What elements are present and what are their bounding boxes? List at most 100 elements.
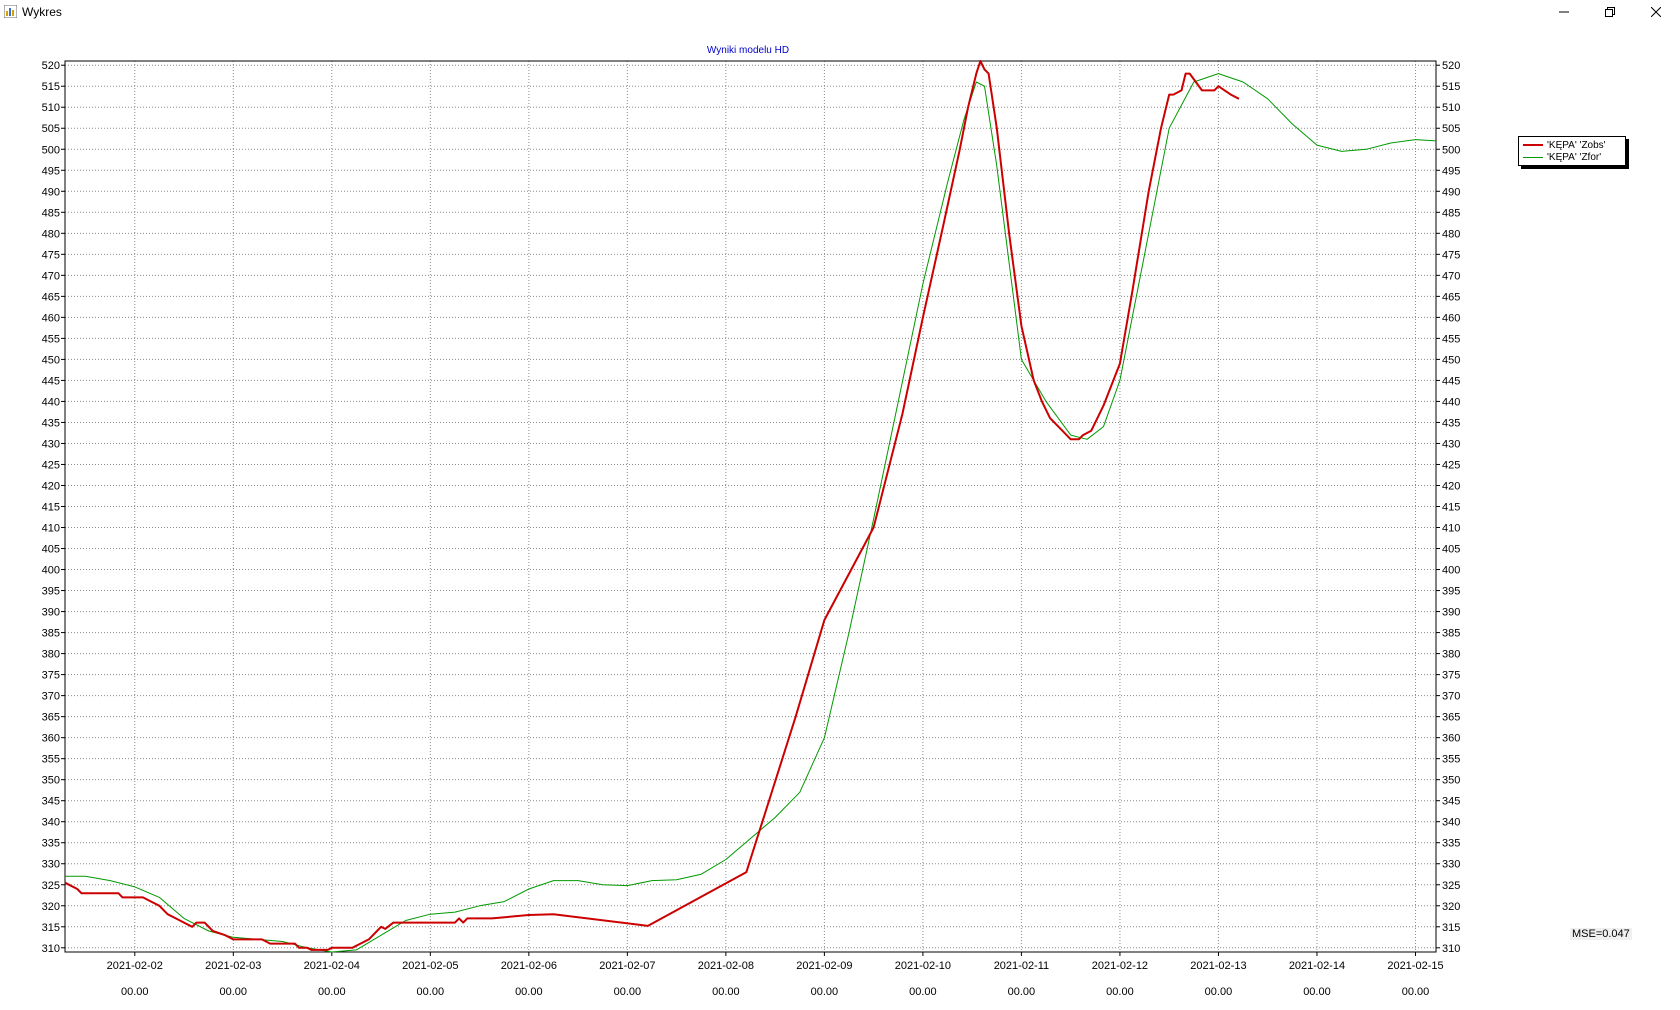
y-tick-label-right: 455 — [1442, 333, 1460, 345]
y-tick-label-left: 450 — [42, 354, 60, 366]
x-tick-label-time: 00.00 — [318, 986, 346, 998]
y-tick-label-right: 410 — [1442, 523, 1460, 535]
y-tick-label-left: 510 — [42, 102, 60, 114]
y-tick-label-left: 480 — [42, 228, 60, 240]
y-tick-label-left: 520 — [42, 60, 60, 72]
y-tick-label-left: 435 — [42, 417, 60, 429]
y-tick-label-left: 390 — [42, 607, 60, 619]
y-tick-label-right: 500 — [1442, 144, 1460, 156]
y-tick-label-left: 365 — [42, 712, 60, 724]
legend-label-zobs: 'KĘPA' 'Zobs' — [1547, 139, 1606, 151]
y-tick-label-left: 340 — [42, 817, 60, 829]
x-tick-label-date: 2021-02-02 — [107, 960, 163, 972]
legend-swatch-zobs — [1523, 144, 1543, 146]
x-tick-label-time: 00.00 — [515, 986, 543, 998]
y-tick-label-left: 470 — [42, 270, 60, 282]
chart-title: Wyniki modelu HD — [707, 45, 789, 56]
x-tick-label-date: 2021-02-15 — [1387, 960, 1443, 972]
legend-item-zobs: 'KĘPA' 'Zobs' — [1523, 139, 1606, 151]
y-tick-label-left: 465 — [42, 291, 60, 303]
legend-swatch-zfor — [1523, 156, 1543, 158]
y-tick-label-left: 415 — [42, 502, 60, 514]
grid — [65, 61, 1436, 952]
y-tick-label-right: 420 — [1442, 480, 1460, 492]
y-tick-label-right: 490 — [1442, 186, 1460, 198]
y-tick-label-right: 390 — [1442, 607, 1460, 619]
y-tick-label-left: 425 — [42, 459, 60, 471]
y-tick-label-left: 440 — [42, 396, 60, 408]
y-tick-label-right: 445 — [1442, 375, 1460, 387]
y-tick-label-right: 355 — [1442, 754, 1460, 766]
legend-item-zfor: 'KĘPA' 'Zfor' — [1523, 151, 1601, 163]
series-line-zfor — [65, 73, 1437, 953]
y-tick-label-left: 455 — [42, 333, 60, 345]
y-tick-label-right: 360 — [1442, 733, 1460, 745]
y-tick-label-left: 330 — [42, 859, 60, 871]
y-tick-label-left: 515 — [42, 81, 60, 93]
y-tick-label-right: 520 — [1442, 60, 1460, 72]
x-tick-label-date: 2021-02-12 — [1092, 960, 1148, 972]
y-tick-label-right: 405 — [1442, 544, 1460, 556]
x-tick-label-date: 2021-02-14 — [1289, 960, 1345, 972]
y-tick-label-right: 375 — [1442, 670, 1460, 682]
x-tick-label-time: 00.00 — [712, 986, 740, 998]
y-tick-label-right: 415 — [1442, 502, 1460, 514]
x-tick-label-time: 00.00 — [121, 986, 149, 998]
y-tick-label-right: 335 — [1442, 838, 1460, 850]
x-tick-label-date: 2021-02-13 — [1190, 960, 1246, 972]
x-tick-label-time: 00.00 — [220, 986, 248, 998]
y-tick-label-right: 385 — [1442, 628, 1460, 640]
x-tick-label-date: 2021-02-09 — [796, 960, 852, 972]
y-tick-label-left: 475 — [42, 249, 60, 261]
y-tick-label-right: 310 — [1442, 943, 1460, 955]
y-tick-label-right: 320 — [1442, 901, 1460, 913]
y-tick-label-left: 375 — [42, 670, 60, 682]
x-tick-label-time: 00.00 — [1402, 986, 1430, 998]
y-tick-label-right: 315 — [1442, 922, 1460, 934]
x-tick-label-time: 00.00 — [417, 986, 445, 998]
y-tick-label-right: 480 — [1442, 228, 1460, 240]
y-tick-label-left: 460 — [42, 312, 60, 324]
y-tick-label-right: 485 — [1442, 207, 1460, 219]
y-tick-label-left: 405 — [42, 544, 60, 556]
x-tick-label-time: 00.00 — [1303, 986, 1331, 998]
x-tick-label-date: 2021-02-08 — [698, 960, 754, 972]
y-tick-label-left: 410 — [42, 523, 60, 535]
y-tick-label-left: 320 — [42, 901, 60, 913]
y-tick-label-right: 470 — [1442, 270, 1460, 282]
y-tick-label-left: 360 — [42, 733, 60, 745]
y-tick-label-right: 510 — [1442, 102, 1460, 114]
y-tick-label-right: 440 — [1442, 396, 1460, 408]
x-tick-label-time: 00.00 — [811, 986, 839, 998]
y-tick-label-right: 330 — [1442, 859, 1460, 871]
x-tick-label-time: 00.00 — [909, 986, 937, 998]
x-tick-label-date: 2021-02-05 — [402, 960, 458, 972]
y-tick-label-right: 325 — [1442, 880, 1460, 892]
y-tick-label-right: 400 — [1442, 565, 1460, 577]
y-tick-label-right: 380 — [1442, 649, 1460, 661]
series-line-zobs — [64, 60, 1240, 951]
legend-label-zfor: 'KĘPA' 'Zfor' — [1547, 151, 1602, 163]
x-tick-label-time: 00.00 — [1205, 986, 1233, 998]
plot-area — [64, 60, 1437, 953]
y-tick-label-right: 395 — [1442, 586, 1460, 598]
series — [64, 60, 1437, 953]
y-tick-label-right: 345 — [1442, 796, 1460, 808]
y-tick-label-left: 500 — [42, 144, 60, 156]
y-tick-label-right: 515 — [1442, 81, 1460, 93]
y-tick-label-left: 430 — [42, 438, 60, 450]
y-tick-label-left: 335 — [42, 838, 60, 850]
y-tick-label-right: 425 — [1442, 459, 1460, 471]
y-tick-label-left: 350 — [42, 775, 60, 787]
x-tick-label-date: 2021-02-06 — [501, 960, 557, 972]
y-tick-label-right: 430 — [1442, 438, 1460, 450]
x-tick-label-date: 2021-02-11 — [994, 960, 1049, 972]
x-tick-label-time: 00.00 — [1008, 986, 1036, 998]
y-tick-label-right: 435 — [1442, 417, 1460, 429]
y-tick-label-right: 460 — [1442, 312, 1460, 324]
y-tick-label-left: 315 — [42, 922, 60, 934]
y-tick-label-left: 395 — [42, 586, 60, 598]
y-tick-label-left: 355 — [42, 754, 60, 766]
y-tick-label-right: 505 — [1442, 123, 1460, 135]
y-tick-label-left: 485 — [42, 207, 60, 219]
